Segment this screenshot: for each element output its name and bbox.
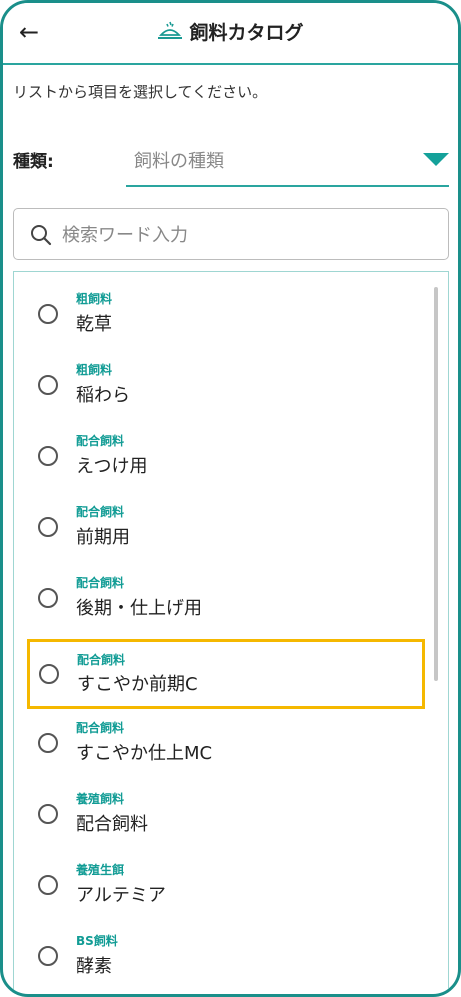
app-frame: ← 飼料カタログ リストから項目を選択してください。 種類: 飼料の種類 粗飼料… [0,0,461,997]
radio-button[interactable] [38,304,58,324]
radio-button[interactable] [38,588,58,608]
radio-button[interactable] [38,517,58,537]
radio-button[interactable] [39,664,59,684]
item-name: 後期・仕上げ用 [76,598,202,619]
radio-button[interactable] [38,804,58,824]
list-item[interactable]: 養殖生餌 アルテミア [25,861,421,925]
item-name: アルテミア [76,885,166,906]
item-name: 前期用 [76,527,130,548]
item-name: 酵素 [76,956,112,977]
search-box [13,208,449,260]
search-icon [31,225,52,246]
item-category: 配合飼料 [76,434,125,448]
feed-type-placeholder: 飼料の種類 [134,151,224,172]
item-category: 粗飼料 [76,363,113,377]
list-item[interactable]: 配合飼料 えつけ用 [25,432,421,496]
radio-button[interactable] [38,946,58,966]
list-item[interactable]: 粗飼料 稲わら [25,361,421,425]
radio-button[interactable] [38,446,58,466]
radio-button[interactable] [38,733,58,753]
item-category: 養殖生餌 [76,863,125,877]
caret-down-icon [423,153,449,166]
item-name: 乾草 [76,314,112,335]
title-text: 飼料カタログ [189,22,304,44]
search-input[interactable] [60,221,434,249]
list-item[interactable]: 粗飼料 乾草 [25,290,421,354]
item-category: 配合飼料 [77,653,126,667]
item-category: BS飼料 [76,934,118,948]
item-name: えつけ用 [76,456,148,477]
list-item[interactable]: 配合飼料 すこやか仕上MC [25,719,421,783]
feed-type-select[interactable]: 飼料の種類 [126,133,449,187]
item-category: 配合飼料 [76,576,125,590]
item-category: 養殖飼料 [76,792,125,806]
list-item[interactable]: 養殖飼料 配合飼料 [25,790,421,854]
list-item[interactable]: 配合飼料 前期用 [25,503,421,567]
list-item[interactable]: 配合飼料 後期・仕上げ用 [25,574,421,638]
page-title: 飼料カタログ [3,19,458,47]
radio-button[interactable] [38,375,58,395]
item-name: 配合飼料 [76,814,148,835]
type-label: 種類: [13,152,54,172]
item-category: 粗飼料 [76,292,113,306]
item-name: すこやか仕上MC [76,743,213,764]
item-category: 配合飼料 [76,721,125,735]
header: ← 飼料カタログ [3,3,458,65]
list-scrollbar[interactable] [434,287,438,681]
radio-button[interactable] [38,875,58,895]
item-category: 配合飼料 [76,505,125,519]
list-item[interactable]: BS飼料 酵素 [25,932,421,994]
feed-bowl-icon [158,21,183,39]
instruction-text: リストから項目を選択してください。 [13,83,268,101]
item-name: すこやか前期C [77,674,198,695]
item-name: 稲わら [76,385,130,406]
list-item-highlighted[interactable]: 配合飼料 すこやか前期C [27,639,425,709]
